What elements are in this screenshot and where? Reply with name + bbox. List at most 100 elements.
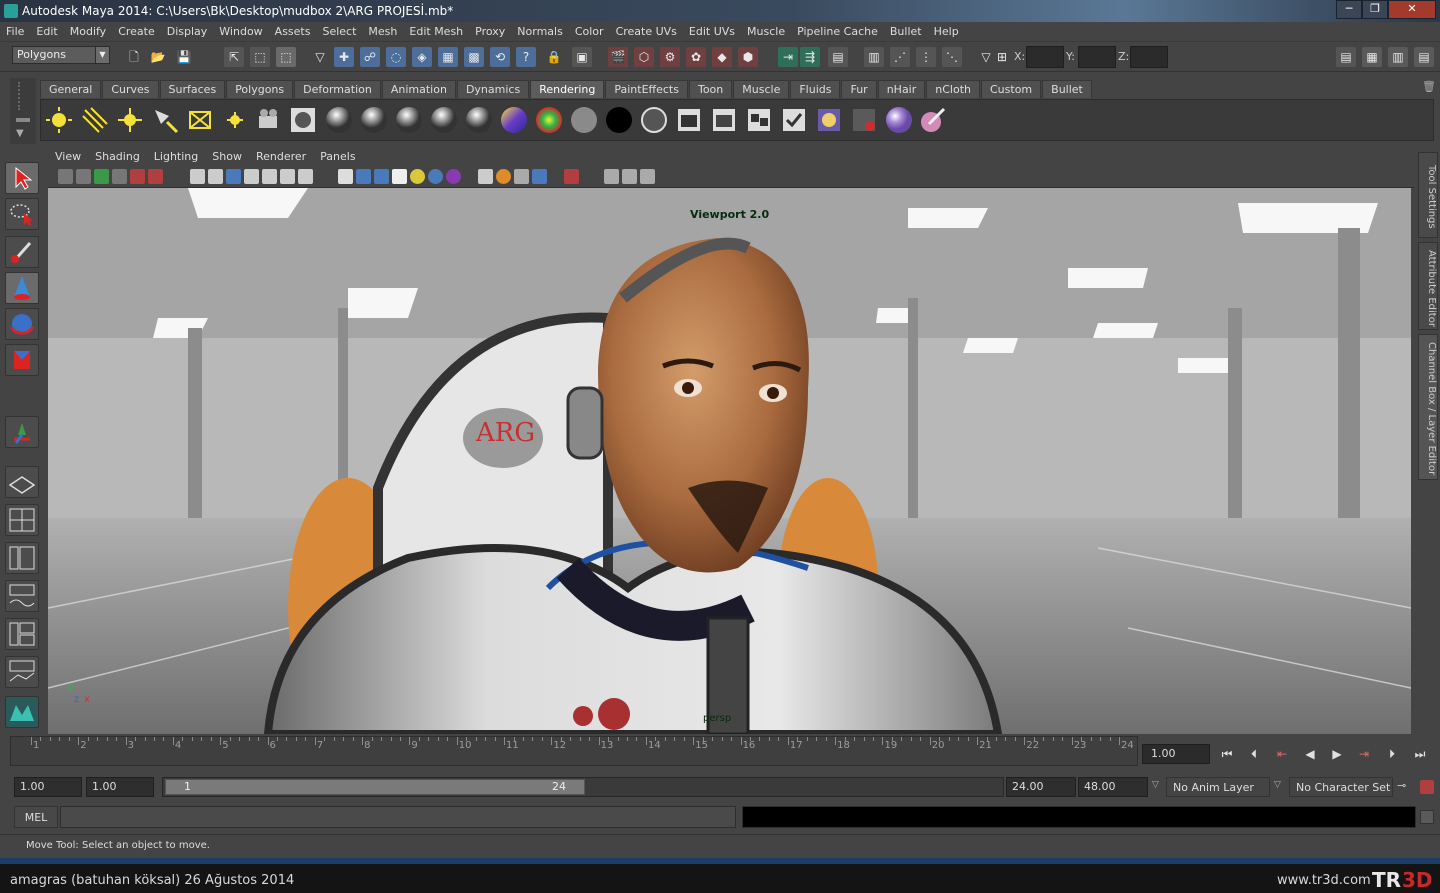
select-hierarchy-icon[interactable]: ⇱ [224, 47, 244, 67]
panel-menu-panels[interactable]: Panels [313, 148, 362, 166]
paint-select-tool[interactable] [5, 236, 39, 268]
universal-manipulator-tool[interactable] [5, 416, 39, 448]
key-icon[interactable]: ⊸ [1397, 779, 1406, 792]
input-mode-icon[interactable]: ⇶ [800, 47, 820, 67]
menu-modify[interactable]: Modify [64, 22, 112, 42]
snap-surface-icon[interactable]: ▦ [438, 47, 458, 67]
panel-menu-lighting[interactable]: Lighting [147, 148, 205, 166]
dope-sheet-icon[interactable]: ⋮ [916, 47, 936, 67]
menu-create[interactable]: Create [112, 22, 161, 42]
hypershade-shelf-icon[interactable] [815, 106, 843, 134]
open-scene-icon[interactable]: 📂 [148, 47, 168, 67]
panel-menu-view[interactable]: View [48, 148, 88, 166]
go-to-start-button[interactable]: ⏮ [1218, 746, 1236, 762]
shelf-tab-fur[interactable]: Fur [841, 80, 877, 98]
render-layer-icon[interactable] [850, 106, 878, 134]
camera-attributes-icon[interactable] [76, 169, 91, 184]
animation-end-field[interactable]: 48.00 [1078, 777, 1148, 797]
select-component-icon[interactable]: ⬚ [276, 47, 296, 67]
close-button[interactable]: ✕ [1388, 0, 1436, 19]
hypergraph-icon[interactable]: ⋱ [942, 47, 962, 67]
x-ray-icon[interactable] [532, 169, 547, 184]
menu-file[interactable]: File [0, 22, 30, 42]
snap-point-icon[interactable]: ◌ [386, 47, 406, 67]
shelf-tab-rendering[interactable]: Rendering [530, 80, 605, 98]
shelf-tab-curves[interactable]: Curves [102, 80, 159, 98]
minimize-button[interactable]: ─ [1336, 0, 1362, 19]
tool-settings-toggle-icon[interactable]: ▦ [1362, 47, 1382, 67]
shadows-icon[interactable] [428, 169, 443, 184]
wireframe-icon[interactable] [338, 169, 353, 184]
mel-toggle[interactable]: MEL [14, 806, 58, 828]
multisample-icon[interactable] [496, 169, 511, 184]
backface-culling-icon[interactable] [622, 169, 637, 184]
shelf-tab-surfaces[interactable]: Surfaces [159, 80, 226, 98]
lock-icon[interactable]: 🔒 [544, 47, 564, 67]
z-field[interactable] [1130, 46, 1168, 68]
ramp-shader-icon[interactable] [535, 106, 563, 134]
ipr-icon[interactable] [710, 106, 738, 134]
layer-editor-toggle-icon[interactable]: ▤ [1414, 47, 1434, 67]
shelf-tab-deformation[interactable]: Deformation [294, 80, 381, 98]
input-line-icon[interactable]: ⇥ [778, 47, 798, 67]
move-tool[interactable] [5, 272, 39, 304]
step-back-key-button[interactable]: ⇤ [1273, 746, 1291, 762]
anisotropic-sphere-icon[interactable] [465, 106, 493, 134]
use-all-lights-icon[interactable] [410, 169, 425, 184]
chevron-down-icon[interactable]: ▽ [1152, 780, 1159, 790]
shelf-tab-ncloth[interactable]: nCloth [926, 80, 980, 98]
menu-assets[interactable]: Assets [269, 22, 317, 42]
mental-ray-icon[interactable] [885, 106, 913, 134]
graph-persp-layout[interactable] [5, 580, 39, 612]
area-light-icon[interactable] [186, 106, 214, 134]
textured-icon[interactable] [392, 169, 407, 184]
time-ruler[interactable]: 1 2 3 4 5 6 7 8 9 10 11 12 13 14 15 16 17 18 19 20 21 22 23 24 [10, 736, 1138, 766]
directional-light-icon[interactable] [81, 106, 109, 134]
safe-action-icon[interactable] [280, 169, 295, 184]
rotate-tool[interactable] [5, 308, 39, 340]
step-forward-key-button[interactable]: ⇥ [1355, 746, 1373, 762]
select-tool[interactable] [5, 162, 39, 194]
image-plane-icon[interactable] [112, 169, 127, 184]
menu-window[interactable]: Window [213, 22, 268, 42]
step-forward-frame-button[interactable]: ⏵ [1383, 746, 1401, 762]
render-frame-icon[interactable]: 🎬 [608, 47, 628, 67]
help-icon[interactable]: ? [516, 47, 536, 67]
menu-normals[interactable]: Normals [511, 22, 569, 42]
panel-menu-renderer[interactable]: Renderer [249, 148, 313, 166]
snap-grid-icon[interactable]: ✚ [334, 47, 354, 67]
trash-icon[interactable]: 🗑 [1422, 80, 1436, 93]
spot-light-icon[interactable] [151, 106, 179, 134]
current-frame-field[interactable]: 1.00 [1142, 744, 1210, 764]
menu-edit-uvs[interactable]: Edit UVs [683, 22, 741, 42]
playback-end-field[interactable]: 24.00 [1006, 777, 1076, 797]
batch-render-icon[interactable] [780, 106, 808, 134]
menu-set-selector[interactable]: Polygons ▼ [12, 46, 110, 64]
outliner-icon[interactable]: ▥ [864, 47, 884, 67]
blinn-sphere-icon[interactable] [325, 106, 353, 134]
graph-editor-icon[interactable]: ⋰ [890, 47, 910, 67]
shelf-tab-polygons[interactable]: Polygons [226, 80, 294, 98]
panel-menu-show[interactable]: Show [205, 148, 249, 166]
play-backwards-button[interactable]: ◀ [1301, 746, 1319, 762]
shelf-tab-muscle[interactable]: Muscle [733, 80, 790, 98]
animation-preferences-icon[interactable] [1420, 780, 1434, 794]
history-icon[interactable]: ⟲ [490, 47, 510, 67]
snap-curve-icon[interactable]: ☍ [360, 47, 380, 67]
layered-shader-icon[interactable] [500, 106, 528, 134]
maya-logo-button[interactable] [5, 696, 39, 728]
shelf-tab-toon[interactable]: Toon [688, 80, 733, 98]
grease-pencil-icon[interactable] [148, 169, 163, 184]
go-to-end-button[interactable]: ⏭ [1411, 746, 1429, 762]
lambert-sphere-icon[interactable] [360, 106, 388, 134]
attribute-editor-tab[interactable]: Attribute Editor [1418, 242, 1438, 330]
resolution-gate-icon[interactable] [226, 169, 241, 184]
character-set-dropdown[interactable]: No Character Set [1289, 777, 1393, 797]
depth-of-field-icon[interactable] [514, 169, 529, 184]
panel-menu-shading[interactable]: Shading [88, 148, 147, 166]
attribute-editor-toggle-icon[interactable]: ▤ [1336, 47, 1356, 67]
select-camera-icon[interactable] [58, 169, 73, 184]
menu-display[interactable]: Display [161, 22, 214, 42]
field-chart-icon[interactable] [262, 169, 277, 184]
shelf-menu-handle[interactable]: ▼ [10, 78, 36, 144]
